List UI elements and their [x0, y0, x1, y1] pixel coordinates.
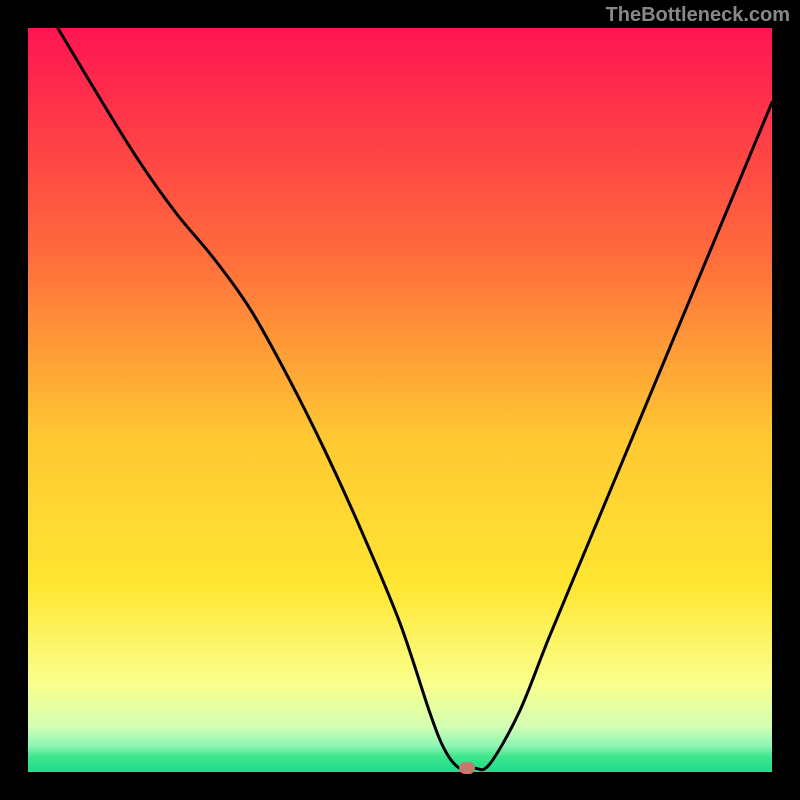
- watermark-text: TheBottleneck.com: [606, 4, 790, 27]
- bottleneck-curve: [58, 28, 772, 770]
- curve-layer: [28, 28, 772, 772]
- chart-container: TheBottleneck.com: [0, 0, 800, 800]
- optimum-marker: [459, 762, 475, 774]
- plot-area: [28, 28, 772, 772]
